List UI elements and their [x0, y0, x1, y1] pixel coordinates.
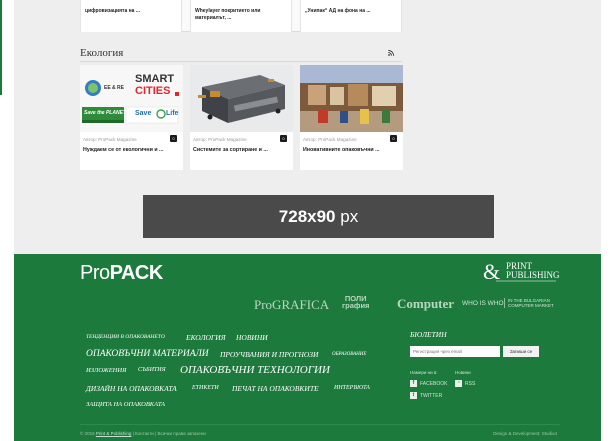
propack-logo[interactable]: ProPACK [80, 262, 163, 285]
logo-text: EE & RE [104, 85, 125, 91]
logo-text: SMART [135, 73, 175, 85]
top-card-text: „Унипак“ АД на фона на ... [305, 8, 371, 14]
copyright-text: © 2015 Print & Publishing | Контакти | В… [80, 431, 206, 436]
ad-unit: px [340, 207, 359, 226]
newsletter-email-input[interactable] [410, 346, 500, 357]
nav-link[interactable]: ОБРАЗОВАНИЕ [332, 352, 366, 357]
svg-text:&: & [483, 260, 500, 284]
nav-link[interactable]: ИНТЕРВЮТА [334, 385, 370, 391]
right-edge [601, 0, 613, 441]
nav-link[interactable]: ЗАЩИТА НА ОПАКОВКАТА [86, 401, 165, 408]
rss-icon[interactable] [388, 50, 394, 56]
nav-link[interactable]: ЕТИКЕТИ [192, 385, 219, 391]
prografica-logo[interactable]: ProGRAFICA [254, 297, 329, 313]
article-author: Автор: ProPack Magazine [303, 137, 357, 142]
nav-link[interactable]: ТЕНДЕНЦИИ В ОПАКОВАНЕТО [86, 334, 165, 340]
publishing-text: PUBLISHING [506, 270, 560, 280]
find-us-label: Намери ни в: [410, 370, 438, 375]
design-credit[interactable]: Design & Development: Studio4 [493, 431, 557, 436]
comment-count-badge: 0 [170, 135, 177, 142]
bulgarian-market-logo[interactable]: IN THE BULGARIAN COMPUTER MARKET [504, 298, 554, 308]
logo-text: Save the PLANET [84, 110, 126, 116]
comment-count-badge: 0 [390, 135, 397, 142]
partner-logos: ProGRAFICA ПОЛИ графия Computer WHO IS WH… [254, 295, 574, 316]
computer-logo[interactable]: Computer [397, 296, 454, 312]
newsletter-subscribe-button[interactable]: Запиши се [503, 346, 539, 357]
nav-link[interactable]: ОПАКОВЪЧНИ МАТЕРИАЛИ [86, 349, 209, 359]
twitter-link[interactable]: t TWITTER [410, 392, 442, 399]
page: цифровизацията на ... Wheylayer покритие… [0, 0, 613, 441]
nav-link[interactable]: ДИЗАЙН НА ОПАКОВКАТА [86, 384, 177, 393]
logo-text: Life [166, 110, 179, 117]
nav-link[interactable]: ОПАКОВЪЧНИ ТЕХНОЛОГИИ [180, 364, 330, 376]
article-author: Автор: ProPack Magazine [193, 137, 247, 142]
logo-text: Save [135, 110, 152, 117]
article-card[interactable]: Автор: ProPack Magazine 0 Иновативните о… [300, 65, 403, 170]
article-thumbnail[interactable] [300, 65, 403, 132]
top-card-row: цифровизацията на ... Wheylayer покритие… [80, 0, 402, 32]
site-footer: ProPACK & PRINT PUBLISHING ProGRAFICA ПО… [14, 254, 601, 441]
nav-link[interactable]: ПРОУЧВАНИЯ И ПРОГНОЗИ [220, 350, 318, 359]
who-is-who-logo[interactable]: WHO IS WHO [462, 300, 504, 307]
copyright-link[interactable]: Print & Publishing [96, 431, 132, 436]
rss-link[interactable]: ◔ RSS [455, 380, 475, 387]
facebook-icon: f [410, 380, 417, 387]
top-card[interactable]: цифровизацията на ... [80, 0, 182, 32]
market-stall-image [300, 65, 403, 132]
top-card-text: материалът, ... [195, 15, 232, 21]
polygrafia-logo[interactable]: ПОЛИ графия [342, 295, 369, 310]
twitter-icon: t [410, 392, 417, 399]
nav-link[interactable]: НОВИНИ [236, 333, 268, 342]
section-divider [80, 61, 402, 62]
nav-link[interactable]: ПЕЧАТ НА ОПАКОВКИТЕ [232, 384, 319, 393]
facebook-link[interactable]: f FACEBOOK [410, 380, 448, 387]
nav-link[interactable]: ЕКОЛОГИЯ [186, 333, 226, 342]
article-headline[interactable]: Нуждаем се от екологични и ... [83, 147, 163, 153]
top-card[interactable]: „Унипак“ АД на фона на ... [300, 0, 402, 32]
comment-count-badge: 0 [280, 135, 287, 142]
rss-feed-icon: ◔ [455, 380, 462, 387]
top-card[interactable]: Wheylayer покритието или материалът, ... [190, 0, 292, 32]
news-label: Новини [455, 370, 471, 375]
nav-link[interactable]: ИЗЛОЖЕНИЯ [86, 367, 126, 374]
print-publishing-logo[interactable]: & PRINT PUBLISHING [482, 260, 560, 284]
top-card-text: Wheylayer покритието или [195, 8, 261, 14]
left-accent-bar [0, 0, 2, 95]
ad-size: 728x90 [278, 207, 336, 226]
article-thumbnail[interactable]: EE & RE SMART CITIES Save the PLANET Sav… [80, 65, 183, 132]
section-title: Екология [80, 47, 124, 59]
nav-link[interactable]: СЪБИТИЯ [138, 367, 166, 373]
top-card-text: цифровизацията на ... [85, 8, 141, 14]
article-card[interactable]: Автор: ProPack Magazine 0 Системите за с… [190, 65, 293, 170]
footer-divider [80, 424, 560, 425]
sorting-machine-image [190, 65, 293, 132]
newsletter-title: БЮЛЕТИН [410, 330, 447, 339]
logo-text: CITIES [135, 85, 171, 97]
left-edge [0, 0, 14, 441]
article-headline[interactable]: Иновативните опаковъчни ... [303, 147, 380, 153]
article-card[interactable]: EE & RE SMART CITIES Save the PLANET Sav… [80, 65, 183, 170]
article-headline[interactable]: Системите за сортиране и ... [193, 147, 268, 153]
article-author: Автор: ProPack Magazine [83, 137, 137, 142]
ad-banner[interactable]: 728x90 px [143, 195, 494, 238]
article-thumbnail[interactable] [190, 65, 293, 132]
